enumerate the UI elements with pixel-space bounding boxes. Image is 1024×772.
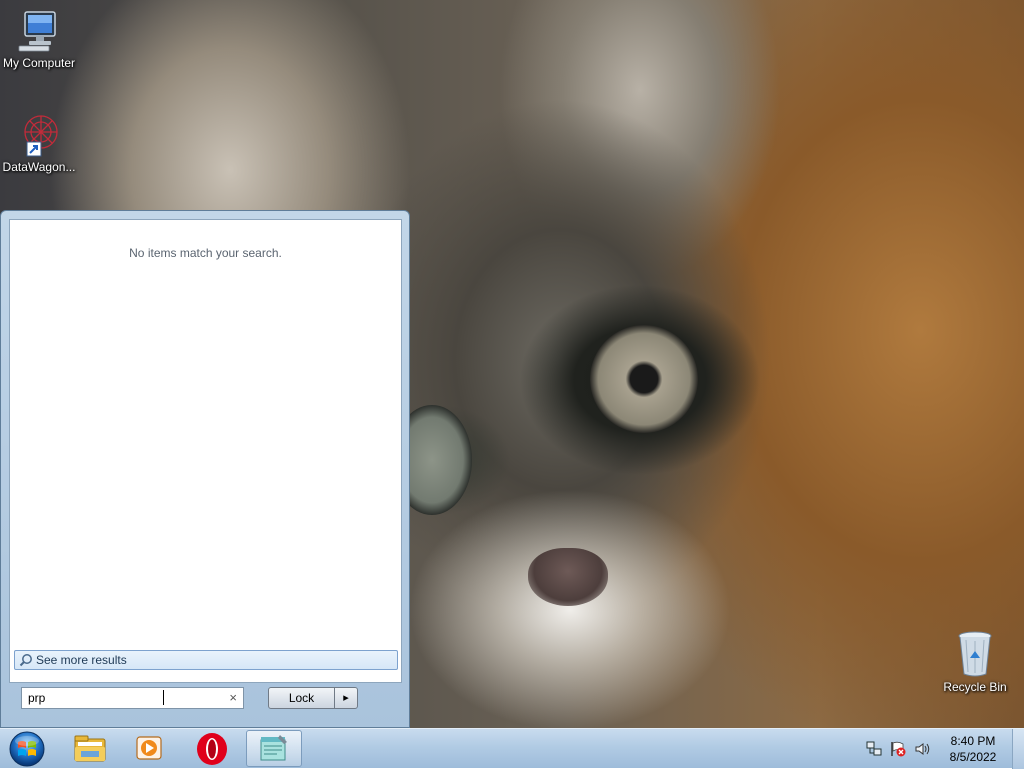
start-menu: No items match your search. See more res… — [0, 210, 410, 728]
desktop-icon-datawagon[interactable]: DataWagon... — [0, 110, 78, 174]
wallpaper-cat-nose — [528, 548, 608, 606]
system-clock[interactable]: 8:40 PM 8/5/2022 — [942, 733, 1004, 765]
search-icon — [19, 653, 33, 667]
volume-icon[interactable] — [914, 741, 930, 757]
recycle-bin-icon — [955, 630, 995, 678]
lock-button[interactable]: Lock — [268, 687, 335, 709]
search-input-value: prp — [28, 691, 46, 705]
clock-date: 8/5/2022 — [949, 750, 997, 764]
no-results-message: No items match your search. — [129, 246, 282, 260]
clock-time: 8:40 PM — [950, 734, 996, 748]
show-desktop-button[interactable] — [1012, 729, 1024, 769]
action-center-icon[interactable] — [890, 741, 906, 757]
taskbar-file-explorer[interactable] — [62, 730, 118, 767]
desktop[interactable]: My Computer DataWagon... Recycle Bin No … — [0, 0, 1024, 728]
power-button-group: Lock ▸ — [268, 687, 358, 709]
taskbar: 8:40 PM 8/5/2022 — [0, 728, 1024, 769]
file-explorer-icon — [74, 735, 106, 762]
see-more-results-button[interactable]: See more results — [14, 650, 398, 670]
taskbar-media-player[interactable] — [122, 730, 178, 767]
opera-icon — [197, 733, 227, 765]
desktop-icon-label: DataWagon... — [2, 160, 76, 174]
taskbar-opera[interactable] — [184, 730, 240, 767]
wallpaper-cat-eye — [590, 325, 698, 433]
see-more-results-label: See more results — [36, 653, 127, 667]
clear-search-icon[interactable]: × — [229, 690, 237, 705]
start-button[interactable] — [4, 730, 50, 768]
start-search-input[interactable]: prp × — [21, 687, 244, 709]
network-icon[interactable] — [866, 741, 882, 757]
power-options-arrow-button[interactable]: ▸ — [334, 687, 358, 709]
media-player-icon — [136, 736, 162, 760]
desktop-icon-label: Recycle Bin — [943, 680, 1007, 694]
windows-orb-icon — [9, 731, 45, 767]
desktop-icon-recycle-bin[interactable]: Recycle Bin — [936, 630, 1014, 694]
text-cursor — [163, 690, 164, 705]
datawagon-shortcut-icon — [15, 110, 63, 158]
computer-icon — [17, 8, 61, 54]
taskbar-notepad[interactable] — [246, 730, 302, 767]
desktop-icon-my-computer[interactable]: My Computer — [0, 8, 78, 70]
notepad-icon — [260, 735, 287, 761]
desktop-icon-label: My Computer — [2, 56, 76, 70]
search-results-pane: No items match your search. See more res… — [9, 219, 402, 683]
